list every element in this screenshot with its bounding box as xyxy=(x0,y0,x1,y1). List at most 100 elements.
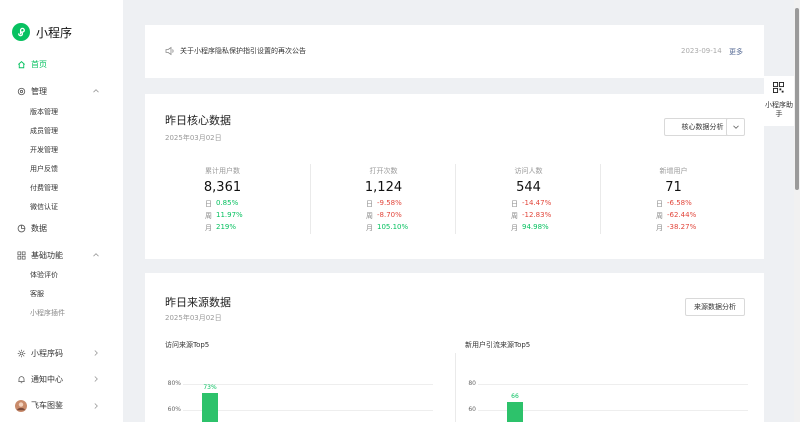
user-name: 飞车图鉴 xyxy=(31,401,63,410)
y-tick-label: 80 xyxy=(468,380,476,387)
metric-change-row: 日 -9.58% xyxy=(311,199,456,209)
metric-value: 544 xyxy=(516,180,541,195)
change-value: 94.98% xyxy=(522,223,549,231)
helper-label: 小程序助手 xyxy=(765,101,793,118)
period-label: 周 xyxy=(366,212,373,220)
metric-column: 访问人数 544 日 -14.47% 周 -12.83% 月 94.98% xyxy=(455,164,600,234)
bar-data-label: 73% xyxy=(203,384,217,392)
sidebar-item-basic[interactable]: 基础功能 xyxy=(0,249,123,261)
change-value: 11.97% xyxy=(216,211,243,219)
change-value: -12.83% xyxy=(522,211,552,219)
metric-change-row: 月 -38.27% xyxy=(601,223,746,233)
sidebar-subitem-verify[interactable]: 微信认证 xyxy=(30,202,58,212)
metric-change-row: 日 -6.58% xyxy=(601,199,746,209)
chevron-down-icon xyxy=(732,125,739,129)
sidebar-subitem-service[interactable]: 客服 xyxy=(30,289,44,299)
source-data-title: 昨日来源数据 xyxy=(165,296,231,309)
sidebar-subitem-dev[interactable]: 开发管理 xyxy=(30,145,58,155)
period-label: 月 xyxy=(511,224,518,232)
chevron-right-icon xyxy=(94,376,98,382)
sidebar-item-label: 管理 xyxy=(31,86,47,96)
period-label: 日 xyxy=(366,200,373,208)
metric-label: 打开次数 xyxy=(369,167,398,175)
metric-column: 打开次数 1,124 日 -9.58% 周 -8.70% 月 105.10% xyxy=(310,164,455,234)
sidebar-item-notify[interactable]: 通知中心 xyxy=(0,373,123,385)
period-label: 周 xyxy=(656,212,663,220)
sidebar-item-home[interactable]: 首页 xyxy=(0,58,123,70)
metric-label: 访问人数 xyxy=(514,167,543,175)
y-tick-label: 80% xyxy=(167,380,181,387)
sidebar: 小程序 首页 管理 版本管理 成员管理 开发管理 用户反馈 付费管理 微信认证 … xyxy=(0,0,123,422)
change-value: -38.27% xyxy=(667,223,697,231)
core-data-title: 昨日核心数据 xyxy=(165,114,231,127)
sidebar-item-label: 通知中心 xyxy=(31,374,63,384)
source-analysis-button[interactable]: 来源数据分析 xyxy=(685,298,745,316)
chart-bar[interactable] xyxy=(202,393,218,422)
metric-value: 8,361 xyxy=(203,180,242,195)
sidebar-subitem-rating[interactable]: 体验评价 xyxy=(30,270,58,280)
avatar xyxy=(15,399,27,412)
change-value: -62.44% xyxy=(667,211,697,219)
scroll-thumb[interactable] xyxy=(795,8,799,190)
period-label: 周 xyxy=(205,212,212,220)
sidebar-item-user[interactable]: 飞车图鉴 xyxy=(0,399,123,412)
sidebar-item-label: 基础功能 xyxy=(31,250,63,260)
chevron-right-icon xyxy=(94,402,98,409)
y-tick-label: 60 xyxy=(468,406,476,413)
metric-change-row: 周 -62.44% xyxy=(601,211,746,221)
metric-change-row: 日 -14.47% xyxy=(456,199,601,209)
bell-icon xyxy=(17,375,26,384)
metric-value: 71 xyxy=(665,180,682,195)
page-scrollbar[interactable] xyxy=(794,0,800,422)
sidebar-subitem-version[interactable]: 版本管理 xyxy=(30,107,58,117)
settings-icon xyxy=(17,87,26,96)
source-data-card: 昨日来源数据 2025年03月02日 来源数据分析 访问来源Top5 新用户引流… xyxy=(145,273,764,422)
speaker-icon xyxy=(165,46,174,56)
metric-change-row: 周 -12.83% xyxy=(456,211,601,221)
metric-change-row: 月 94.98% xyxy=(456,223,601,233)
metric-change-row: 日 0.85% xyxy=(150,199,295,209)
sidebar-subitem-plugins[interactable]: 小程序插件 xyxy=(30,308,65,318)
core-dropdown-button[interactable] xyxy=(726,118,745,136)
sidebar-subitem-payment[interactable]: 付费管理 xyxy=(30,183,58,193)
change-value: 219% xyxy=(216,223,237,231)
sidebar-subitem-members[interactable]: 成员管理 xyxy=(30,126,58,136)
change-value: -6.58% xyxy=(667,199,692,207)
notice-date: 2023-09-14 xyxy=(681,47,722,55)
metric-change-row: 周 11.97% xyxy=(150,211,295,221)
sidebar-item-manage[interactable]: 管理 xyxy=(0,85,123,97)
sun-code-icon xyxy=(17,349,26,358)
bar-data-label: 66 xyxy=(511,393,519,401)
chart-divider xyxy=(455,353,456,422)
period-label: 月 xyxy=(656,224,663,232)
chart-bar[interactable] xyxy=(507,402,523,422)
metric-label: 累计用户数 xyxy=(205,167,240,175)
metric-column: 累计用户数 8,361 日 0.85% 周 11.97% 月 219% xyxy=(150,164,295,234)
grid-line xyxy=(478,384,748,385)
app-logo-row[interactable]: 小程序 xyxy=(12,23,72,41)
grid-icon xyxy=(17,251,26,260)
metric-change-row: 周 -8.70% xyxy=(311,211,456,221)
notice-more-link[interactable]: 更多 xyxy=(729,47,743,57)
notice-card: 关于小程序隐私保护指引设置的再次公告 2023-09-14 更多 xyxy=(145,25,764,78)
visit-source-chart-title: 访问来源Top5 xyxy=(165,341,210,349)
sidebar-item-data[interactable]: 数据 xyxy=(0,222,123,234)
sidebar-item-label: 小程序码 xyxy=(31,348,63,358)
mini-program-helper[interactable]: 小程序助手 xyxy=(764,76,794,126)
period-label: 日 xyxy=(511,200,518,208)
sidebar-subitem-feedback[interactable]: 用户反馈 xyxy=(30,164,58,174)
mini-program-logo-icon xyxy=(12,23,30,41)
chevron-up-icon xyxy=(93,89,99,93)
sidebar-item-label: 数据 xyxy=(31,223,47,233)
period-label: 月 xyxy=(205,224,212,232)
notice-text[interactable]: 关于小程序隐私保护指引设置的再次公告 xyxy=(180,46,306,56)
app-name: 小程序 xyxy=(36,25,73,40)
sidebar-item-mini-code[interactable]: 小程序码 xyxy=(0,347,123,359)
period-label: 周 xyxy=(511,212,518,220)
pie-chart-icon xyxy=(17,224,26,233)
qr-code-icon xyxy=(773,82,784,93)
period-label: 日 xyxy=(205,200,212,208)
metric-change-row: 月 219% xyxy=(150,223,295,233)
metric-column: 新增用户 71 日 -6.58% 周 -62.44% 月 -38.27% xyxy=(600,164,745,234)
change-value: -14.47% xyxy=(522,199,552,207)
